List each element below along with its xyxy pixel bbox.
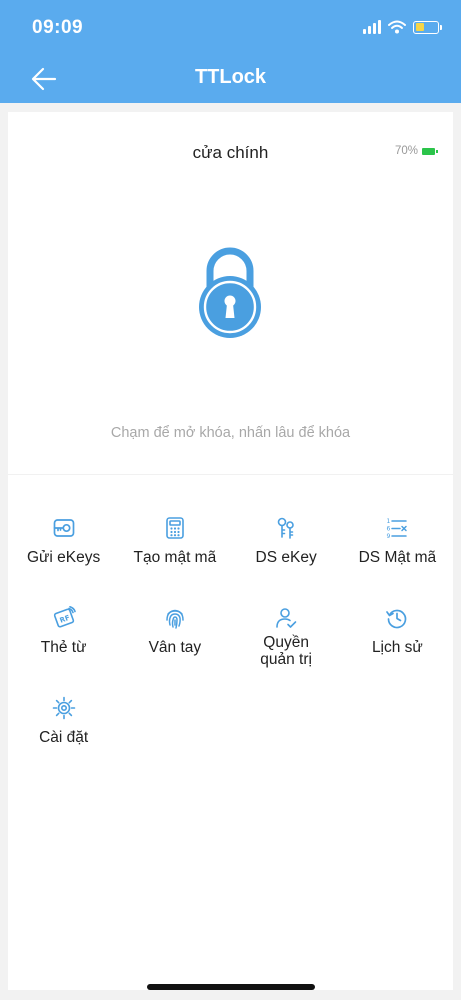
gear-icon [52,696,76,720]
unlock-halo [132,195,328,391]
passcode-list-icon: 1 6 9 [385,516,409,540]
menu-item-label: Cài đặt [39,729,89,746]
unlock-hint: Chạm để mở khóa, nhấn lâu để khóa [110,425,351,441]
lock-panel: cửa chính 70% Chạm để mở khóa, nhấn lâu … [8,112,453,990]
menu-item-fingerprint[interactable]: Vân tay [119,606,230,696]
menu-item-send-ekeys[interactable]: Gửi eKeys [8,516,119,606]
user-check-icon [274,606,298,630]
divider [8,474,453,475]
menu-item-label: Gửi eKeys [26,549,101,566]
menu-item-label: Quyền quản trị [260,634,312,668]
keys-icon [274,516,298,540]
menu-item-label: Vân tay [148,639,202,656]
keypad-icon [163,516,187,540]
menu-item-label: DS Mật mã [358,549,437,566]
page-title: TTLock [194,66,267,88]
menu-item-create-passcode[interactable]: Tạo mật mã [119,516,230,606]
menu-item-ic-card[interactable]: RF Thẻ từ [8,606,119,696]
rf-card-icon: RF [52,606,76,630]
lock-name: cửa chính [192,143,269,162]
svg-text:6: 6 [387,526,391,533]
battery-icon [422,147,438,155]
menu-item-label: Tạo mật mã [133,549,217,566]
svg-text:9: 9 [387,533,391,540]
unlock-button[interactable] [146,209,314,377]
status-time: 09:09 [32,17,84,38]
wifi-icon [388,20,406,34]
menu-item-passcode-list[interactable]: 1 6 9 DS Mật mã [342,516,453,606]
menu-item-admin-rights[interactable]: Quyền quản trị [231,606,342,696]
padlock-icon [199,247,261,338]
svg-text:1: 1 [387,518,391,525]
menu-item-settings[interactable]: Cài đặt [8,696,119,786]
menu-item-ekey-list[interactable]: DS eKey [231,516,342,606]
lock-battery: 70% [394,145,438,157]
status-icons [363,18,442,36]
lock-battery-text: 70% [394,145,418,157]
history-icon [385,606,409,630]
menu-item-history[interactable]: Lịch sử [342,606,453,696]
menu-item-label: Thẻ từ [40,639,87,656]
menu-grid: Gửi eKeys Tạo mật mã DS eKey 1 6 9 DS Mậ… [8,516,453,786]
app-header: 09:09 TTLock [0,0,461,103]
send-ekey-icon [52,516,76,540]
menu-item-label: DS eKey [255,549,317,566]
phone-battery-icon [413,20,442,34]
home-indicator[interactable] [147,984,315,990]
fingerprint-icon [163,606,187,630]
cellular-signal-icon [363,20,381,34]
menu-item-label: Lịch sử [371,639,423,656]
